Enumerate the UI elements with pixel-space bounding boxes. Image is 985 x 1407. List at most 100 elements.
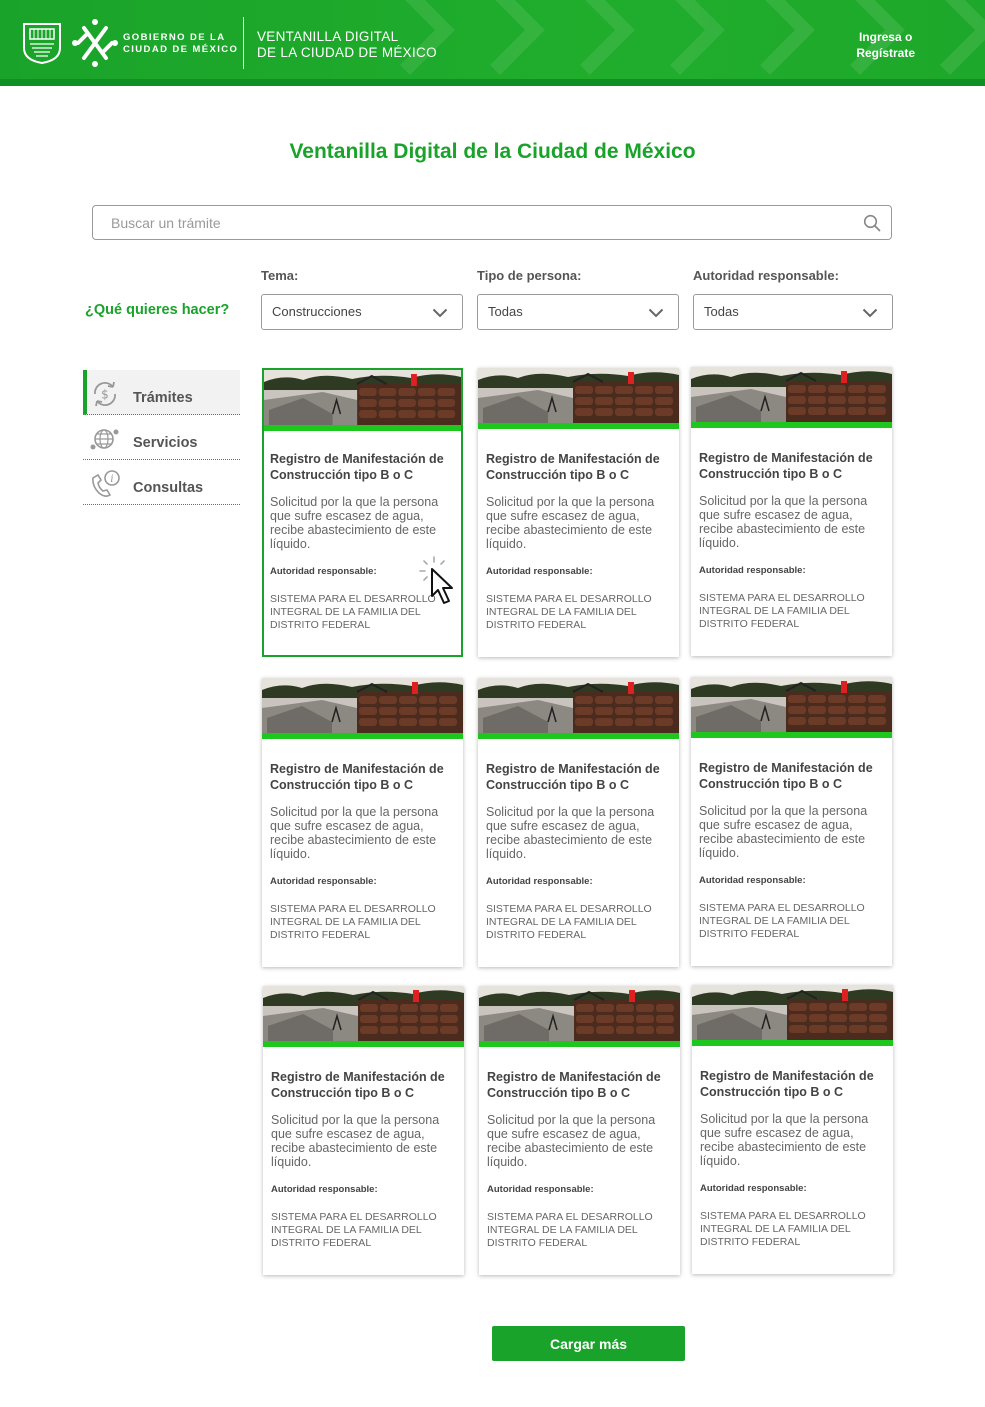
procedure-card[interactable]: Registro de Manifestación de Construcció… — [478, 368, 679, 657]
card-accent-strip — [478, 423, 679, 429]
auth-links: Ingresa o Regístrate — [856, 29, 915, 61]
search-box[interactable] — [92, 205, 892, 240]
coat-of-arms-icon[interactable] — [22, 22, 62, 64]
card-image — [262, 678, 463, 733]
construction-photo — [691, 677, 892, 732]
sidebar-item-tramites[interactable]: $ Trámites — [83, 370, 240, 415]
category-nav: $ Trámites Servicios i Consultas — [83, 370, 240, 505]
register-link[interactable]: Regístrate — [856, 45, 915, 61]
construction-photo — [263, 986, 464, 1041]
filter-tema: Tema: Construcciones — [261, 268, 463, 330]
construction-photo — [262, 678, 463, 733]
portal-name[interactable]: VENTANILLA DIGITAL DE LA CIUDAD DE MÉXIC… — [257, 29, 437, 61]
card-title: Registro de Manifestación de Construcció… — [487, 1070, 661, 1100]
construction-photo — [692, 985, 893, 1040]
login-link[interactable]: Ingresa o — [856, 29, 915, 45]
sidebar-item-servicios[interactable]: Servicios — [83, 415, 240, 460]
card-authority: SISTEMA PARA EL DESARROLLO INTEGRAL DE L… — [270, 903, 436, 941]
card-authority-label: Autoridad responsable: — [699, 565, 806, 576]
cdmx-logo-icon[interactable] — [72, 18, 118, 68]
card-authority: SISTEMA PARA EL DESARROLLO INTEGRAL DE L… — [487, 1211, 653, 1249]
page-title: Ventanilla Digital de la Ciudad de Méxic… — [289, 140, 696, 163]
construction-photo — [478, 678, 679, 733]
card-description: Solicitud por la que la persona que sufr… — [486, 495, 655, 551]
card-authority-label: Autoridad responsable: — [271, 1184, 378, 1195]
card-image — [479, 986, 680, 1041]
chevron-down-icon — [862, 308, 878, 318]
card-accent-strip — [264, 425, 461, 431]
sidebar-item-label: Servicios — [133, 435, 198, 451]
card-image — [691, 677, 892, 732]
card-image — [691, 367, 892, 422]
card-authority: SISTEMA PARA EL DESARROLLO INTEGRAL DE L… — [699, 902, 865, 940]
card-authority-label: Autoridad responsable: — [487, 1184, 594, 1195]
construction-photo — [264, 370, 461, 425]
card-accent-strip — [692, 1040, 893, 1046]
card-accent-strip — [479, 1041, 680, 1047]
card-description: Solicitud por la que la persona que sufr… — [699, 494, 868, 550]
procedure-card[interactable]: Registro de Manifestación de Construcció… — [262, 368, 463, 657]
filter-tipo-persona: Tipo de persona: Todas — [477, 268, 679, 330]
filter-tema-label: Tema: — [261, 268, 299, 283]
svg-text:$: $ — [101, 388, 109, 402]
procedure-card[interactable]: Registro de Manifestación de Construcció… — [479, 986, 680, 1275]
card-title: Registro de Manifestación de Construcció… — [699, 451, 873, 481]
load-more-button[interactable]: Cargar más — [492, 1326, 685, 1361]
procedure-card[interactable]: Registro de Manifestación de Construcció… — [263, 986, 464, 1275]
card-accent-strip — [691, 732, 892, 738]
portal-name-line1: VENTANILLA DIGITAL — [257, 29, 399, 44]
card-title: Registro de Manifestación de Construcció… — [271, 1070, 445, 1100]
sidebar-item-consultas[interactable]: i Consultas — [83, 460, 240, 505]
procedure-card[interactable]: Registro de Manifestación de Construcció… — [262, 678, 463, 967]
card-description: Solicitud por la que la persona que sufr… — [699, 804, 868, 860]
card-authority: SISTEMA PARA EL DESARROLLO INTEGRAL DE L… — [486, 903, 652, 941]
card-title: Registro de Manifestación de Construcció… — [700, 1069, 874, 1099]
card-description: Solicitud por la que la persona que sufr… — [487, 1113, 656, 1169]
card-image — [692, 985, 893, 1040]
card-authority: SISTEMA PARA EL DESARROLLO INTEGRAL DE L… — [271, 1211, 437, 1249]
card-title: Registro de Manifestación de Construcció… — [270, 452, 444, 482]
card-image — [478, 368, 679, 423]
filter-autoridad-select[interactable]: Todas — [693, 294, 893, 330]
card-accent-strip — [478, 733, 679, 739]
site-header: GOBIERNO DE LA CIUDAD DE MÉXICO VENTANIL… — [0, 0, 985, 86]
construction-photo — [479, 986, 680, 1041]
card-authority: SISTEMA PARA EL DESARROLLO INTEGRAL DE L… — [486, 593, 652, 631]
card-description: Solicitud por la que la persona que sufr… — [270, 805, 439, 861]
card-description: Solicitud por la que la persona que sufr… — [486, 805, 655, 861]
services-globe-icon — [90, 429, 119, 450]
procedure-card[interactable]: Registro de Manifestación de Construcció… — [691, 367, 892, 656]
gov-name-line2: CIUDAD DE MÉXICO — [123, 44, 239, 55]
card-description: Solicitud por la que la persona que sufr… — [270, 495, 439, 551]
card-description: Solicitud por la que la persona que sufr… — [271, 1113, 440, 1169]
card-title: Registro de Manifestación de Construcció… — [486, 452, 660, 482]
card-title: Registro de Manifestación de Construcció… — [486, 762, 660, 792]
filter-autoridad-label: Autoridad responsable: — [693, 268, 839, 283]
filter-autoridad-value: Todas — [704, 304, 739, 319]
card-accent-strip — [263, 1041, 464, 1047]
card-authority: SISTEMA PARA EL DESARROLLO INTEGRAL DE L… — [699, 592, 865, 630]
gov-name-line1: GOBIERNO DE LA — [123, 32, 226, 43]
header-divider — [243, 17, 244, 69]
phone-info-icon: i — [92, 470, 120, 497]
filter-tema-select[interactable]: Construcciones — [261, 294, 463, 330]
filter-tipo-persona-select[interactable]: Todas — [477, 294, 679, 330]
money-exchange-icon: $ — [94, 381, 116, 407]
search-input[interactable] — [111, 206, 851, 239]
card-authority-label: Autoridad responsable: — [270, 566, 377, 577]
filter-tipo-persona-value: Todas — [488, 304, 523, 319]
procedure-card[interactable]: Registro de Manifestación de Construcció… — [478, 678, 679, 967]
header-bottom-bar — [0, 79, 985, 86]
filter-tipo-persona-label: Tipo de persona: — [477, 268, 582, 283]
portal-name-line2: DE LA CIUDAD DE MÉXICO — [257, 45, 437, 60]
card-image — [263, 986, 464, 1041]
procedure-card[interactable]: Registro de Manifestación de Construcció… — [691, 677, 892, 966]
card-authority-label: Autoridad responsable: — [270, 876, 377, 887]
procedure-card[interactable]: Registro de Manifestación de Construcció… — [692, 985, 893, 1274]
search-icon[interactable] — [863, 214, 881, 232]
card-authority-label: Autoridad responsable: — [486, 566, 593, 577]
card-title: Registro de Manifestación de Construcció… — [270, 762, 444, 792]
card-image — [478, 678, 679, 733]
filter-autoridad: Autoridad responsable: Todas — [693, 268, 893, 330]
card-authority: SISTEMA PARA EL DESARROLLO INTEGRAL DE L… — [270, 593, 436, 631]
